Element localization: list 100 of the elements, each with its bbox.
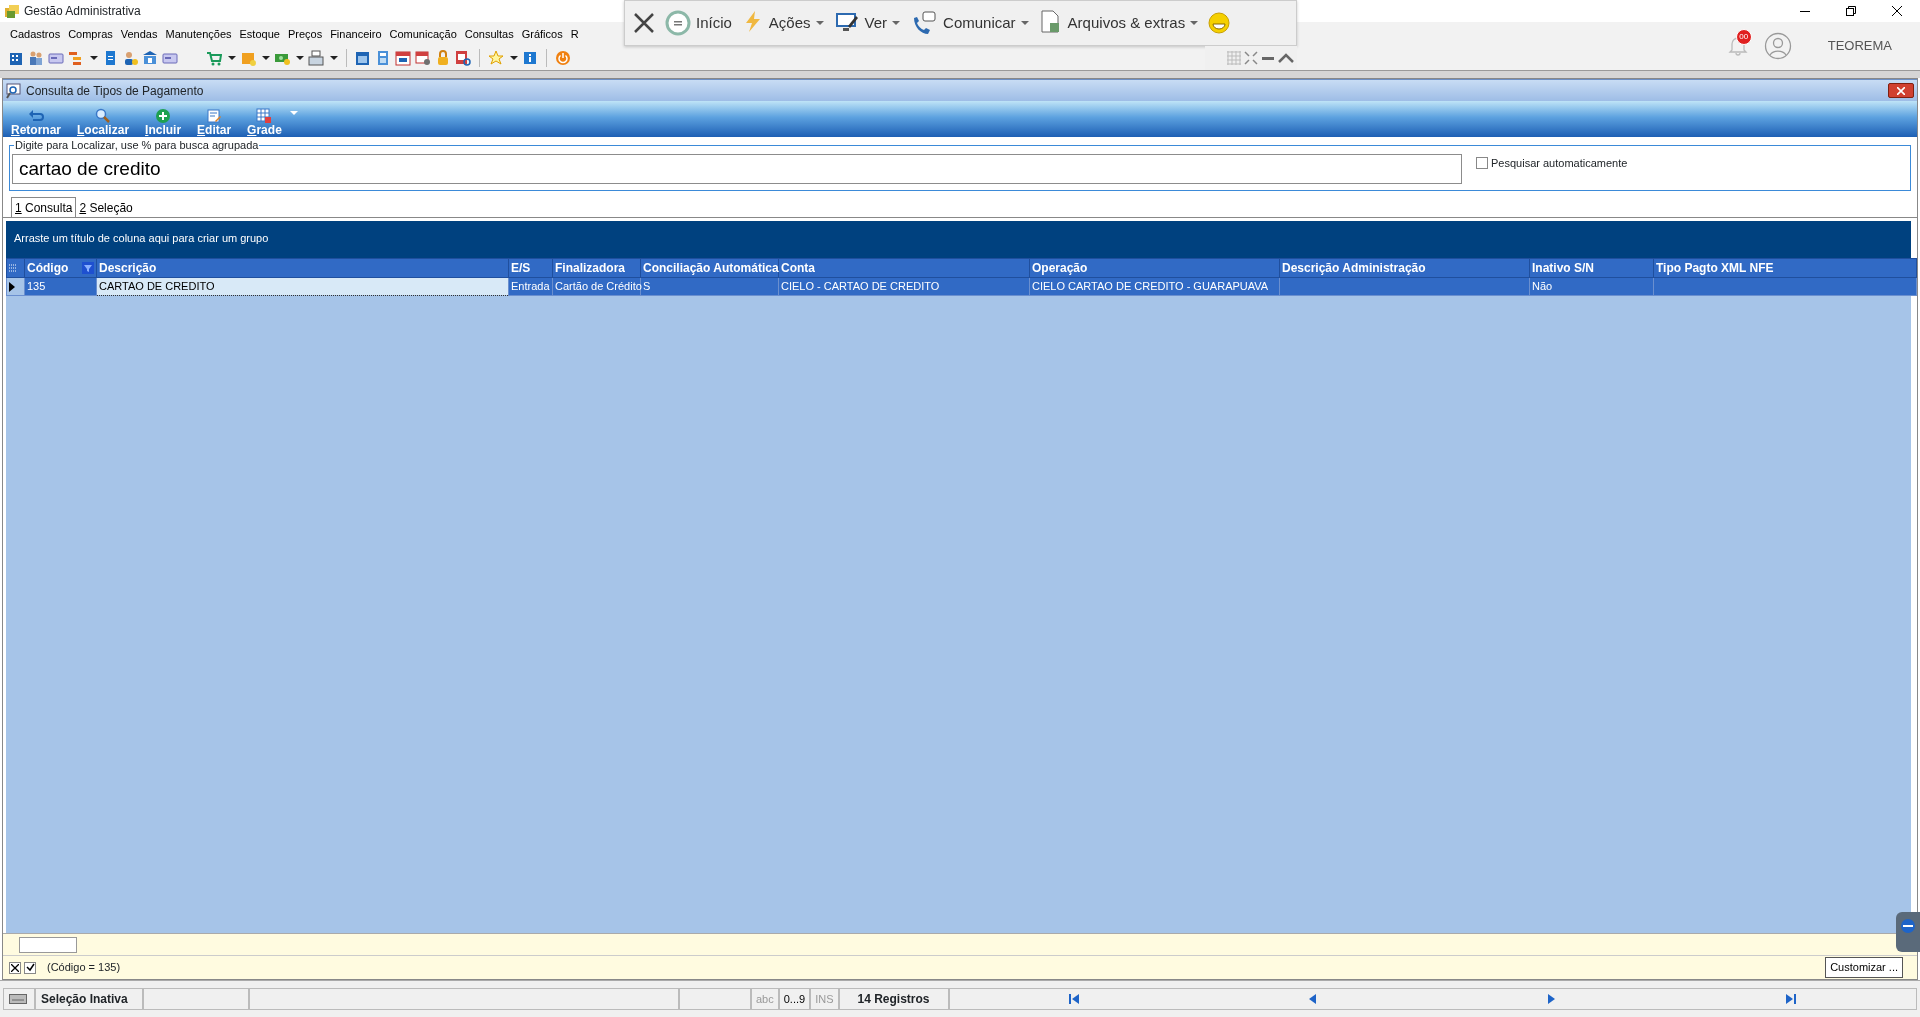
toolbar-button[interactable]: Arquivos & extras xyxy=(1033,1,1204,45)
column-header[interactable]: Conta xyxy=(778,258,1030,278)
bank-icon xyxy=(142,50,158,66)
status-indicator: 0...9 xyxy=(783,991,806,1007)
caret-icon xyxy=(510,56,518,60)
filter-input[interactable] xyxy=(19,937,77,953)
hierarchy-icon xyxy=(68,50,84,66)
menu-item[interactable]: Vendas xyxy=(116,23,162,45)
customize-button[interactable]: Customizar ... xyxy=(1825,957,1903,978)
caret-icon[interactable] xyxy=(289,111,298,115)
caret-icon xyxy=(90,56,98,60)
menu-item[interactable]: Comunicação xyxy=(385,23,461,45)
selection-status: Seleção Inativa xyxy=(41,991,128,1008)
group-label: Digite para Localizar, use % para busca agrupada xyxy=(14,138,260,152)
side-tab[interactable] xyxy=(1896,912,1920,952)
lock-icon xyxy=(435,50,451,66)
filter-icon[interactable] xyxy=(82,262,94,274)
record-count: 14 Registros xyxy=(857,991,930,1008)
check-icon xyxy=(25,963,35,972)
calendar-gear-icon xyxy=(415,50,431,66)
group-hint: Arraste um título de coluna aqui para criar um grupo xyxy=(14,231,269,247)
toolbar-button[interactable]: Comunicar xyxy=(905,1,1034,45)
menu-item[interactable]: Gráficos xyxy=(517,23,567,45)
previous-icon xyxy=(1308,994,1319,1004)
search-icon xyxy=(95,107,112,124)
calendar-icon xyxy=(395,50,411,66)
power-icon xyxy=(555,50,571,66)
toolbar-button[interactable]: Retornar xyxy=(3,105,69,137)
column-header[interactable]: Descrição Administração xyxy=(1279,258,1530,278)
menu-item[interactable]: Preços xyxy=(283,23,327,45)
column-chooser[interactable] xyxy=(6,258,25,278)
status-indicator: INS xyxy=(815,991,834,1007)
search-field[interactable]: cartao de credito xyxy=(12,154,1462,184)
user-name: TEOREMA xyxy=(1827,37,1892,56)
menu-item[interactable]: Estoque xyxy=(235,23,284,45)
tab[interactable]: 2 Seleção xyxy=(76,198,136,217)
plus-icon xyxy=(155,107,172,124)
column-header[interactable]: Inativo S/N xyxy=(1529,258,1654,278)
close-icon xyxy=(633,12,655,34)
status-indicator: abc xyxy=(756,991,774,1007)
menu-item[interactable]: Manutenções xyxy=(161,23,236,45)
row-pointer-icon xyxy=(9,282,15,293)
clear-filter-button[interactable] xyxy=(9,961,21,974)
column-header[interactable]: Descrição xyxy=(96,258,509,278)
column-header[interactable]: Código xyxy=(24,258,97,278)
folders-icon xyxy=(4,3,20,19)
column-header[interactable]: Operação xyxy=(1029,258,1280,278)
notification-count: 00 xyxy=(1735,29,1752,45)
building-icon xyxy=(8,50,24,66)
checkbox-label: Pesquisar automaticamente xyxy=(1491,156,1628,171)
caret-icon xyxy=(296,56,304,60)
window-title: Gestão Administrativa xyxy=(24,3,141,20)
menu-item[interactable]: Compras xyxy=(64,23,117,45)
column-header[interactable]: Conciliação Automática xyxy=(640,258,779,278)
toolbar-button[interactable]: Grade xyxy=(239,105,290,137)
table-icon xyxy=(256,107,273,124)
close-icon xyxy=(1892,6,1902,16)
card-icon xyxy=(162,50,178,66)
caret-icon xyxy=(262,56,270,60)
toolbar-button[interactable]: Incluir xyxy=(137,105,190,137)
toolbar-button[interactable]: Ver xyxy=(828,1,906,45)
box-icon xyxy=(240,50,256,66)
caret-icon xyxy=(228,56,236,60)
people-icon xyxy=(28,50,44,66)
star-icon xyxy=(488,50,504,66)
restore-icon xyxy=(1846,6,1856,16)
filter-text: (Código = 135) xyxy=(47,960,121,976)
menu-item[interactable]: R xyxy=(566,23,583,45)
list-icon xyxy=(9,263,17,274)
checkbox[interactable] xyxy=(1476,157,1488,170)
caret-icon xyxy=(330,56,338,60)
close-icon xyxy=(11,963,19,972)
smiley-icon xyxy=(1208,12,1231,34)
menu-item[interactable]: Financeiro xyxy=(326,23,386,45)
column-header[interactable]: E/S xyxy=(508,258,553,278)
shrink-icon[interactable] xyxy=(1244,51,1258,65)
toolbar-button[interactable]: Início xyxy=(660,1,737,45)
column-header[interactable]: Finalizadora xyxy=(552,258,641,278)
toolbar-button[interactable]: Editar xyxy=(189,105,240,137)
collapse-icon[interactable] xyxy=(1278,51,1294,65)
close-button[interactable] xyxy=(1888,83,1914,98)
column-header[interactable]: Tipo Pagto XML NFE xyxy=(1653,258,1917,278)
person-icon xyxy=(122,50,138,66)
menu-item[interactable]: Cadastros xyxy=(6,23,65,45)
user-icon[interactable] xyxy=(1763,32,1792,60)
keyboard-icon[interactable] xyxy=(9,994,27,1004)
magnifier-icon xyxy=(6,82,22,99)
calculator-icon xyxy=(375,50,391,66)
first-icon xyxy=(1069,994,1080,1004)
tab[interactable]: 1 Consulta xyxy=(11,197,77,217)
close-icon xyxy=(1897,86,1905,95)
toolbar-button[interactable]: Localizar xyxy=(69,105,138,137)
menu-item[interactable]: Consultas xyxy=(460,23,518,45)
cart-icon xyxy=(206,50,222,66)
last-icon xyxy=(1786,994,1797,1004)
edit-icon xyxy=(206,107,223,124)
report-search-icon xyxy=(455,50,471,66)
info-icon xyxy=(522,50,538,66)
toolbar-button[interactable]: Ações xyxy=(736,1,829,45)
checkbox[interactable] xyxy=(24,961,36,974)
